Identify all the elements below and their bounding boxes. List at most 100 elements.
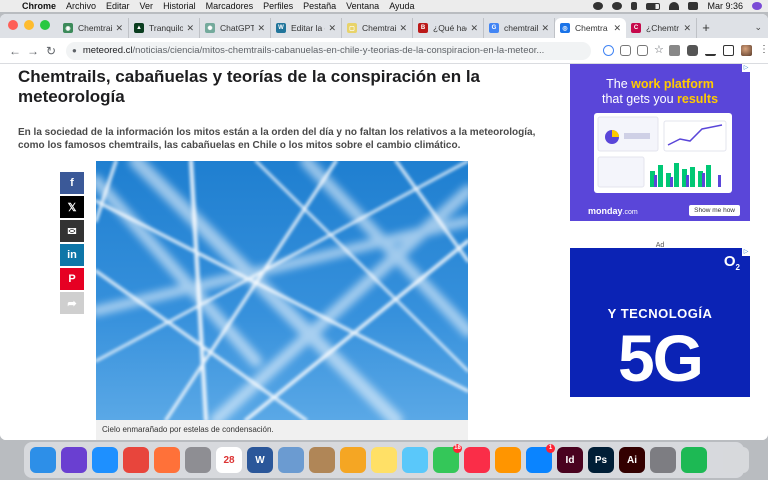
spotify-icon[interactable] — [681, 447, 707, 473]
minimize-window-button[interactable] — [24, 20, 34, 30]
pinterest-share-icon[interactable]: P — [60, 268, 84, 290]
siri-tray-icon[interactable] — [752, 2, 762, 10]
tab-search-icon[interactable]: ⌄ — [754, 22, 762, 33]
browser-tab[interactable]: ◉ Chemtrails✕ — [58, 18, 129, 38]
tab-close-icon[interactable]: ✕ — [613, 23, 621, 34]
ad-headline-part: The — [606, 77, 632, 91]
menu-perfiles[interactable]: Perfiles — [263, 1, 293, 11]
x-share-icon[interactable]: 𝕏 — [60, 196, 84, 218]
tab-close-icon[interactable]: ✕ — [257, 23, 265, 34]
tab-close-icon[interactable]: ✕ — [328, 23, 336, 34]
tab-close-icon[interactable]: ✕ — [399, 23, 407, 34]
menu-ventana[interactable]: Ventana — [346, 1, 379, 11]
menu-ayuda[interactable]: Ayuda — [389, 1, 414, 11]
books-icon[interactable] — [495, 447, 521, 473]
browser-tab[interactable]: C ¿Chemtr ✕ — [626, 18, 697, 38]
share-icon[interactable] — [637, 45, 648, 56]
tab-close-icon[interactable]: ✕ — [683, 23, 691, 34]
browser-tab[interactable]: ✺ ChatGPT ✕ — [200, 18, 271, 38]
siri-icon[interactable] — [61, 447, 87, 473]
zoom-window-button[interactable] — [40, 20, 50, 30]
trash-icon[interactable] — [723, 447, 749, 473]
browser-tab[interactable]: ◎ Chemtra ✕ — [555, 18, 626, 38]
menu-marcadores[interactable]: Marcadores — [206, 1, 254, 11]
bluetooth-icon[interactable] — [631, 2, 638, 10]
linkedin-share-icon[interactable]: in — [60, 244, 84, 266]
extensions-puzzle-icon[interactable] — [687, 45, 698, 56]
preview-icon[interactable] — [278, 447, 304, 473]
browser-tab[interactable]: W Editar la e ✕ — [271, 18, 342, 38]
monday-brand-text: monday — [588, 205, 623, 216]
finder-icon[interactable] — [30, 447, 56, 473]
back-button[interactable]: ← — [6, 44, 24, 58]
tab-favicon-icon: ▲ — [134, 23, 144, 33]
tab-close-icon[interactable]: ✕ — [470, 23, 478, 34]
creative-cloud-icon[interactable] — [593, 2, 604, 10]
music-icon[interactable] — [464, 447, 490, 473]
appstore-icon[interactable]: 1 — [526, 444, 555, 473]
menu-archivo[interactable]: Archivo — [66, 1, 96, 11]
tab-favicon-icon: B — [418, 23, 428, 33]
profile-avatar[interactable] — [741, 45, 752, 56]
address-bar[interactable]: ● meteored.cl/noticias/ciencia/mitos-che… — [66, 41, 591, 60]
browser-tab[interactable]: ▲ Tranquilo ✕ — [129, 18, 200, 38]
show-me-how-button[interactable]: Show me how — [689, 205, 740, 216]
monday-brand-suffix: .com — [622, 208, 638, 216]
menu-chrome[interactable]: Chrome — [22, 1, 56, 11]
download-icon[interactable] — [705, 45, 716, 56]
site-info-icon[interactable]: ● — [72, 46, 77, 55]
tab-close-icon[interactable]: ✕ — [186, 23, 194, 34]
browser-tab[interactable]: B ¿Qué hac ✕ — [413, 18, 484, 38]
macos-dock: 28 W 18 1 Id Ps Ai — [24, 442, 749, 478]
bookmark-star-icon[interactable]: ☆ — [654, 45, 665, 56]
new-tab-button[interactable]: + — [697, 20, 715, 38]
ad-info-icon[interactable]: ▷ — [742, 64, 750, 72]
wifi-icon[interactable] — [669, 2, 680, 10]
extension-icon[interactable] — [669, 45, 680, 56]
safari-icon[interactable] — [92, 447, 118, 473]
menu-historial[interactable]: Historial — [163, 1, 196, 11]
record-icon[interactable] — [612, 2, 623, 10]
clock[interactable]: Mar 9:36 — [707, 1, 743, 11]
menu-editar[interactable]: Editar — [106, 1, 130, 11]
close-window-button[interactable] — [8, 20, 18, 30]
chrome-icon[interactable] — [123, 447, 149, 473]
side-panel-icon[interactable] — [723, 45, 734, 56]
more-menu-icon[interactable]: ⋮ — [759, 45, 768, 56]
tab-close-icon[interactable]: ✕ — [541, 23, 549, 34]
forward-button[interactable]: → — [24, 44, 42, 58]
menu-pestana[interactable]: Pestaña — [303, 1, 336, 11]
google-lens-icon[interactable] — [603, 45, 614, 56]
notes-icon[interactable] — [371, 447, 397, 473]
browser-tab[interactable]: ▢ Chemtrails✕ — [342, 18, 413, 38]
email-share-icon[interactable]: ✉ — [60, 220, 84, 242]
facetime-icon[interactable]: 18 — [433, 444, 462, 473]
dock-app-glyph: Ai — [627, 454, 637, 466]
photoshop-icon[interactable]: Ps — [588, 447, 614, 473]
messages-icon[interactable] — [402, 447, 428, 473]
monday-ad[interactable]: ▷ The work platform that gets you result… — [570, 64, 750, 221]
illustrator-icon[interactable]: Ai — [619, 447, 645, 473]
menu-ver[interactable]: Ver — [140, 1, 154, 11]
indesign-icon[interactable]: Id — [557, 447, 583, 473]
reload-button[interactable]: ↻ — [42, 44, 60, 58]
word-icon[interactable]: W — [247, 447, 273, 473]
more-share-icon[interactable]: ➦ — [60, 292, 84, 314]
battery-icon[interactable] — [646, 2, 661, 10]
dock-app-glyph: Id — [565, 454, 575, 466]
calendar-icon[interactable]: 28 — [216, 447, 242, 473]
launchpad-icon[interactable] — [185, 447, 211, 473]
contacts-icon[interactable] — [309, 447, 335, 473]
tab-list: ◉Chemtrails✕▲Tranquilo✕✺ChatGPT✕WEditar … — [58, 18, 697, 38]
control-center-icon[interactable] — [688, 2, 699, 10]
ad-choices-icon[interactable]: ▷ — [742, 248, 750, 256]
firefox-icon[interactable] — [154, 447, 180, 473]
facebook-share-icon[interactable]: f — [60, 172, 84, 194]
install-app-icon[interactable] — [620, 45, 631, 56]
system-preferences-icon[interactable] — [650, 447, 676, 473]
tab-close-icon[interactable]: ✕ — [115, 23, 123, 34]
ad-headline-emphasis: results — [677, 92, 719, 106]
photos-icon[interactable] — [340, 447, 366, 473]
o2-5g-ad[interactable]: ▷ O2 Y TECNOLOGÍA 5G — [570, 248, 750, 397]
browser-tab[interactable]: Gchemtrails✕ — [484, 18, 555, 38]
